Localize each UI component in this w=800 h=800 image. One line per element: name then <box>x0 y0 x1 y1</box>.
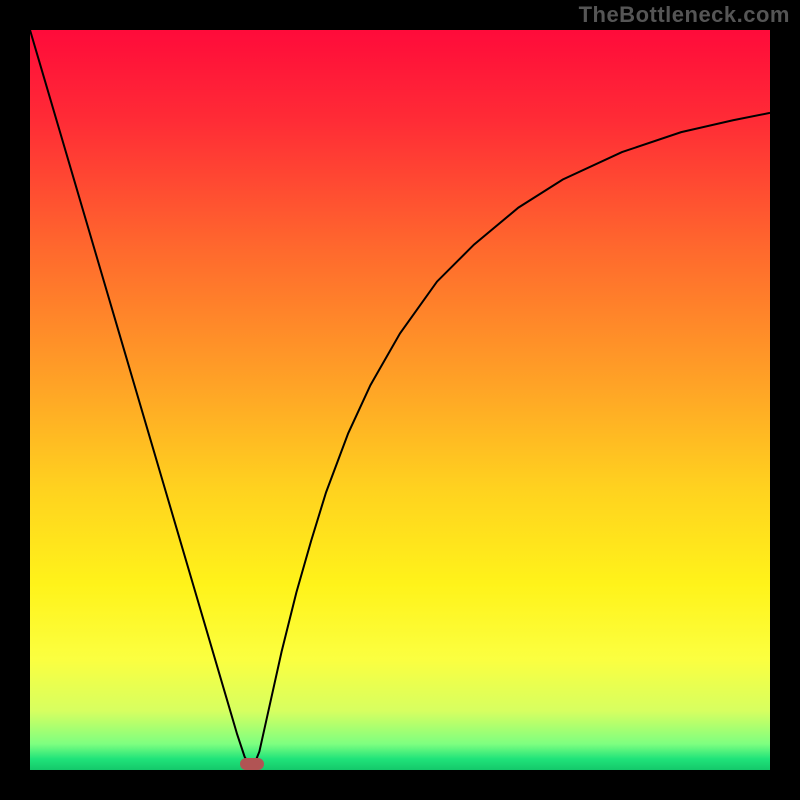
watermark-text: TheBottleneck.com <box>579 2 790 28</box>
bottleneck-curve <box>30 30 770 770</box>
plot-area <box>30 30 770 770</box>
chart-frame: TheBottleneck.com <box>0 0 800 800</box>
minimum-marker <box>240 758 264 770</box>
